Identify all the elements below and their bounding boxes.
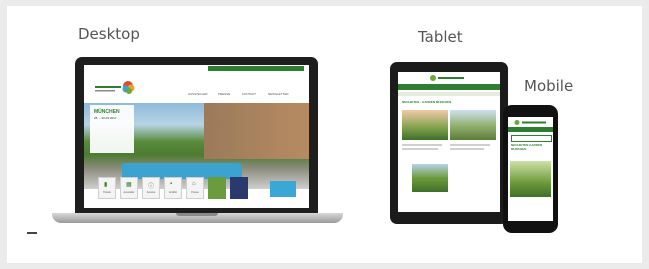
- calendar-icon: ▦: [126, 182, 132, 188]
- tile-label: Aussteller: [123, 191, 135, 194]
- site-logo: [95, 81, 135, 94]
- tablet-text-line: [402, 148, 438, 150]
- hero-house: [204, 103, 309, 159]
- laptop-notch: [176, 213, 218, 216]
- tablet-screen: NEUHEITEN · GARDEN MÜNCHEN: [398, 72, 500, 212]
- tile-label: Presse: [191, 191, 199, 194]
- tablet-text-line: [402, 144, 442, 146]
- tile-anfahrt[interactable]: ▪ Anfahrt: [164, 177, 182, 199]
- tile-navy[interactable]: [230, 177, 248, 199]
- tablet-site-logo: [430, 75, 464, 81]
- desktop-label: Desktop: [78, 25, 140, 43]
- tablet-label: Tablet: [418, 28, 463, 46]
- quicklink-tiles: ▮ Tickets ▦ Aussteller ⓘ Anreise ▪ Anfah…: [98, 177, 298, 199]
- tablet-headline: NEUHEITEN · GARDEN MÜNCHEN: [402, 100, 452, 104]
- tile-green[interactable]: [208, 177, 226, 199]
- mobile-headline: NEUHEITEN GARDEN MÜNCHEN: [511, 143, 543, 151]
- mobile-search-input[interactable]: [511, 135, 552, 142]
- tile-presse[interactable]: ⌂ Presse: [186, 177, 204, 199]
- tablet-text-line: [450, 144, 490, 146]
- tablet-subbar: [398, 92, 500, 96]
- mobile-label: Mobile: [524, 77, 574, 95]
- tablet-navbar: [398, 84, 500, 90]
- tile-label: Tickets: [103, 191, 111, 194]
- site-nav-item[interactable]: KONTAKT: [242, 92, 256, 96]
- tile-label: Anreise: [146, 191, 156, 194]
- ticket-icon: ▮: [104, 182, 108, 188]
- tile-aussteller[interactable]: ▦ Aussteller: [120, 177, 138, 199]
- site-topbar-links: [208, 66, 304, 71]
- hall-icon: ⌂: [192, 181, 196, 187]
- mobile-site-logo: [514, 120, 546, 125]
- promo-date: 28. – 30.09.2017: [94, 116, 117, 120]
- seat-icon: ▪: [170, 181, 173, 187]
- tablet-text-line: [450, 148, 484, 150]
- site-nav-item[interactable]: PRESSE: [218, 92, 230, 96]
- desktop-screen: AUSSTELLER PRESSE KONTAKT NEWSLETTER MÜN…: [84, 65, 309, 208]
- mobile-screen: NEUHEITEN GARDEN MÜNCHEN: [508, 117, 553, 221]
- mobile-article-image: [510, 161, 551, 197]
- site-nav-item[interactable]: AUSSTELLER: [188, 92, 208, 96]
- mobile-navbar: [508, 127, 553, 132]
- tile-anreise[interactable]: ⓘ Anreise: [142, 177, 160, 199]
- tile-cyan[interactable]: [270, 181, 296, 197]
- tile-label: Anfahrt: [168, 191, 178, 194]
- phone-home-button: [27, 232, 37, 234]
- tablet-article-image: [450, 110, 496, 140]
- tile-tickets[interactable]: ▮ Tickets: [98, 177, 116, 199]
- tablet-article-image: [402, 110, 448, 140]
- info-icon: ⓘ: [148, 184, 155, 190]
- promo-title: MÜNCHEN: [94, 109, 120, 115]
- tablet-article-image: [412, 164, 448, 192]
- site-nav-item[interactable]: NEWSLETTER: [268, 92, 289, 96]
